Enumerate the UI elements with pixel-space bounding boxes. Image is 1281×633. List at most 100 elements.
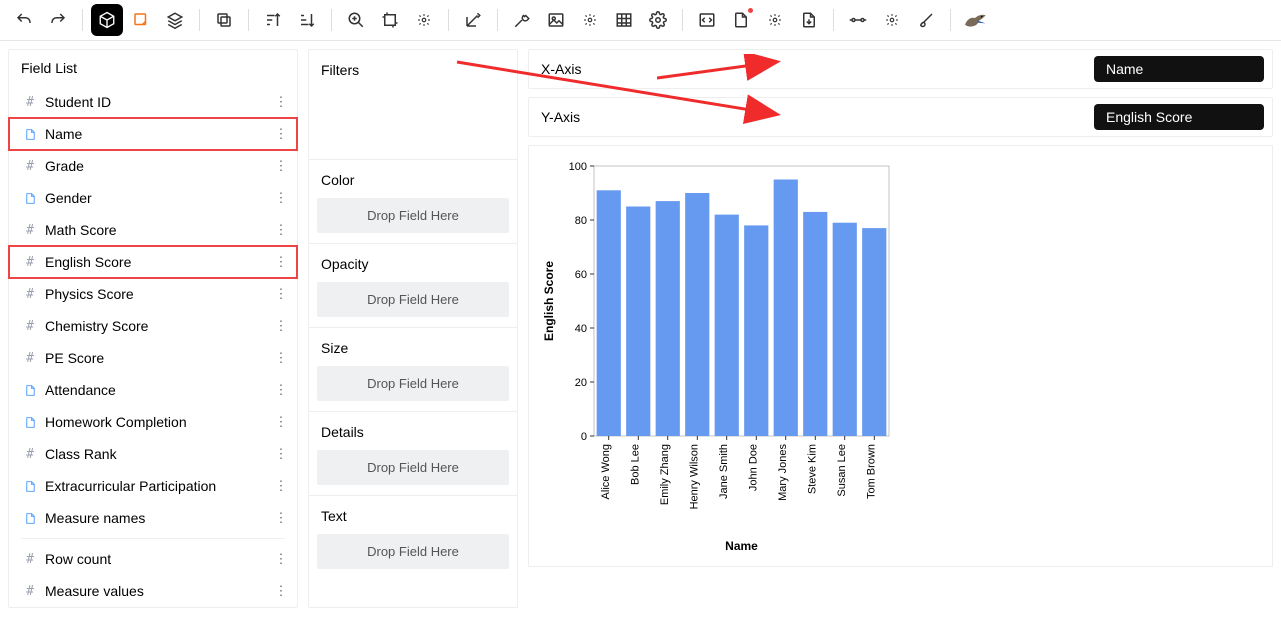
y-axis-shelf[interactable]: Y-Axis English Score [528,97,1273,137]
svg-text:English Score: English Score [542,261,556,341]
bar[interactable] [626,207,650,437]
field-menu-icon[interactable]: ⋮ [273,190,289,206]
field-menu-icon[interactable]: ⋮ [273,478,289,494]
x-axis-pill[interactable]: Name [1094,56,1264,82]
field-menu-icon[interactable]: ⋮ [273,446,289,462]
field-menu-icon[interactable]: ⋮ [273,350,289,366]
undo-button[interactable] [8,4,40,36]
gear-small-button[interactable] [408,4,440,36]
field-item[interactable]: #Physics Score⋮ [9,278,297,310]
gear-small-button-4[interactable] [876,4,908,36]
field-item[interactable]: #Grade⋮ [9,150,297,182]
field-item[interactable]: #Class Rank⋮ [9,438,297,470]
document-alert-button[interactable] [725,4,757,36]
bar[interactable] [715,215,739,436]
image-button[interactable] [540,4,572,36]
document-download-button[interactable] [793,4,825,36]
details-shelf[interactable]: Details Drop Field Here [309,412,517,496]
field-menu-icon[interactable]: ⋮ [273,94,289,110]
crop-button[interactable] [374,4,406,36]
opacity-shelf[interactable]: Opacity Drop Field Here [309,244,517,328]
redo-button[interactable] [42,4,74,36]
y-axis-pill[interactable]: English Score [1094,104,1264,130]
field-menu-icon[interactable]: ⋮ [273,158,289,174]
field-menu-icon[interactable]: ⋮ [273,551,289,567]
field-menu-icon[interactable]: ⋮ [273,254,289,270]
field-menu-icon[interactable]: ⋮ [273,382,289,398]
field-item[interactable]: #Chemistry Score⋮ [9,310,297,342]
number-field-icon: # [21,351,39,366]
size-shelf[interactable]: Size Drop Field Here [309,328,517,412]
commits-button[interactable] [842,4,874,36]
field-menu-icon[interactable]: ⋮ [273,318,289,334]
color-drop-zone[interactable]: Drop Field Here [317,198,509,233]
details-drop-zone[interactable]: Drop Field Here [317,450,509,485]
field-menu-icon[interactable]: ⋮ [273,286,289,302]
settings-button[interactable] [642,4,674,36]
field-item[interactable]: #English Score⋮ [9,246,297,278]
field-item[interactable]: #Student ID⋮ [9,86,297,118]
cube-button[interactable] [91,4,123,36]
brush-button[interactable] [910,4,942,36]
bar[interactable] [862,228,886,436]
field-list-title: Field List [9,50,297,86]
svg-text:Mary Jones: Mary Jones [777,444,789,501]
field-item[interactable]: Homework Completion⋮ [9,406,297,438]
bar[interactable] [685,193,709,436]
code-brackets-button[interactable] [691,4,723,36]
sticky-note-button[interactable] [125,4,157,36]
field-label: Homework Completion [45,414,273,430]
field-label: Grade [45,158,273,174]
edit-angle-button[interactable] [457,4,489,36]
x-axis-shelf[interactable]: X-Axis Name [528,49,1273,89]
y-axis-arrow [657,104,1084,130]
color-shelf[interactable]: Color Drop Field Here [309,160,517,244]
field-item[interactable]: Gender⋮ [9,182,297,214]
field-item[interactable]: # Measure values⋮ [9,575,297,607]
text-shelf[interactable]: Text Drop Field Here [309,496,517,579]
opacity-drop-zone[interactable]: Drop Field Here [317,282,509,317]
bar[interactable] [597,190,621,436]
field-menu-icon[interactable]: ⋮ [273,126,289,142]
bar[interactable] [833,223,857,436]
number-field-icon: # [21,447,39,462]
bar[interactable] [774,180,798,437]
details-shelf-title: Details [317,418,509,450]
field-item[interactable]: Measure names⋮ [9,502,297,534]
text-drop-zone[interactable]: Drop Field Here [317,534,509,569]
sort-desc-button[interactable] [291,4,323,36]
bar[interactable] [656,201,680,436]
field-menu-icon[interactable]: ⋮ [273,414,289,430]
bird-logo[interactable] [959,4,991,36]
copy-button[interactable] [208,4,240,36]
field-item[interactable]: #PE Score⋮ [9,342,297,374]
gear-small-button-3[interactable] [759,4,791,36]
zoom-in-button[interactable] [340,4,372,36]
text-field-icon [21,384,39,397]
separator [497,9,498,31]
svg-text:0: 0 [581,431,587,443]
field-item[interactable]: Extracurricular Participation⋮ [9,470,297,502]
bar[interactable] [744,225,768,436]
field-label: Measure values [45,583,273,599]
chart-column: X-Axis Name Y-Axis English Score 0204060… [528,49,1273,608]
bar[interactable] [803,212,827,436]
table-button[interactable] [608,4,640,36]
field-item[interactable]: Attendance⋮ [9,374,297,406]
field-menu-icon[interactable]: ⋮ [273,510,289,526]
svg-text:John Doe: John Doe [747,444,759,491]
field-item[interactable]: Name⋮ [9,118,297,150]
layers-button[interactable] [159,4,191,36]
sort-asc-button[interactable] [257,4,289,36]
text-field-icon [21,512,39,525]
size-drop-zone[interactable]: Drop Field Here [317,366,509,401]
field-item[interactable]: #Math Score⋮ [9,214,297,246]
number-field-icon: # [21,584,39,599]
gear-small-button-2[interactable] [574,4,606,36]
field-menu-icon[interactable]: ⋮ [273,583,289,599]
field-menu-icon[interactable]: ⋮ [273,222,289,238]
field-item[interactable]: #Row count⋮ [9,543,297,575]
wrench-button[interactable] [506,4,538,36]
size-shelf-title: Size [317,334,509,366]
svg-text:40: 40 [575,323,587,335]
